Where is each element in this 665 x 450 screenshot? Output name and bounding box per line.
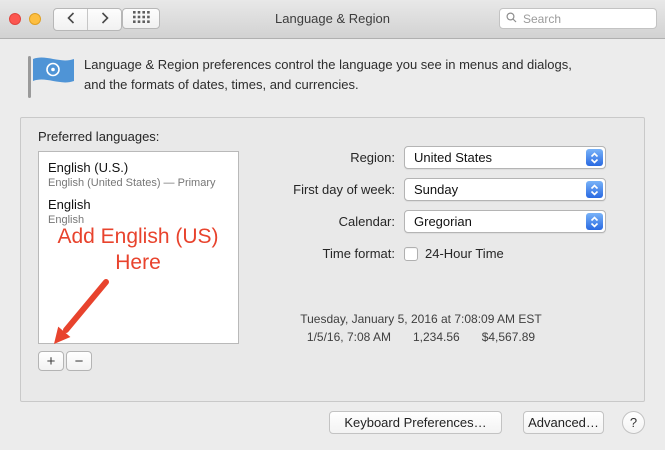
titlebar: Language & Region [0, 0, 665, 39]
calendar-value: Gregorian [414, 214, 472, 229]
search-field[interactable] [499, 8, 657, 29]
search-icon [506, 11, 517, 26]
add-language-button[interactable]: + [38, 351, 64, 371]
settings-groupbox: Preferred languages: English (U.S.) Engl… [20, 117, 645, 402]
calendar-row: Calendar: Gregorian [209, 210, 633, 233]
description-line2: and the formats of dates, times, and cur… [84, 77, 359, 92]
remove-language-button[interactable]: − [66, 351, 92, 371]
popup-stepper-icon [586, 149, 603, 166]
preview-examples: 1/5/16, 7:08 AM 1,234.56 $4,567.89 [209, 330, 633, 344]
language-subtitle: English (United States) — Primary [48, 177, 216, 189]
panel-description: Language & Region preferences control th… [84, 55, 572, 95]
region-row: Region: United States [209, 146, 633, 169]
search-input[interactable] [521, 10, 650, 27]
preview-number: 1,234.56 [412, 330, 460, 344]
language-name: English [48, 197, 91, 212]
language-name: English (U.S.) [48, 160, 129, 175]
description-line1: Language & Region preferences control th… [84, 57, 572, 72]
time-format-label: Time format: [322, 246, 395, 261]
un-flag-icon [26, 55, 76, 102]
first-day-value: Sunday [414, 182, 459, 197]
format-preview: Tuesday, January 5, 2016 at 7:08:09 AM E… [209, 312, 633, 344]
preview-datetime-long: Tuesday, January 5, 2016 at 7:08:09 AM E… [300, 312, 542, 326]
preview-currency: $4,567.89 [481, 330, 536, 344]
region-label: Region: [350, 150, 395, 165]
keyboard-preferences-button[interactable]: Keyboard Preferences… [329, 411, 502, 434]
24-hour-time-checkbox[interactable] [404, 246, 418, 261]
language-region-window: Language & Region Language & Region pref… [0, 0, 665, 450]
first-day-label: First day of week: [293, 182, 395, 197]
region-value: United States [414, 150, 493, 165]
calendar-select[interactable]: Gregorian [404, 210, 606, 233]
help-button[interactable]: ? [622, 411, 645, 434]
preview-datetime-short: 1/5/16, 7:08 AM [306, 330, 391, 344]
list-edit-buttons: + − [38, 351, 92, 371]
time-format-row: Time format: 24-Hour Time [209, 242, 633, 265]
format-settings: Region: United States First day of week:… [209, 146, 633, 274]
first-day-row: First day of week: Sunday [209, 178, 633, 201]
region-select[interactable]: United States [404, 146, 606, 169]
advanced-button[interactable]: Advanced… [523, 411, 604, 434]
popup-stepper-icon [586, 181, 603, 198]
calendar-label: Calendar: [338, 214, 395, 229]
language-subtitle: English [48, 214, 85, 226]
first-day-select[interactable]: Sunday [404, 178, 606, 201]
popup-stepper-icon [586, 213, 603, 230]
24-hour-time-checkbox-label: 24-Hour Time [425, 246, 504, 261]
preferred-languages-label: Preferred languages: [38, 129, 160, 144]
